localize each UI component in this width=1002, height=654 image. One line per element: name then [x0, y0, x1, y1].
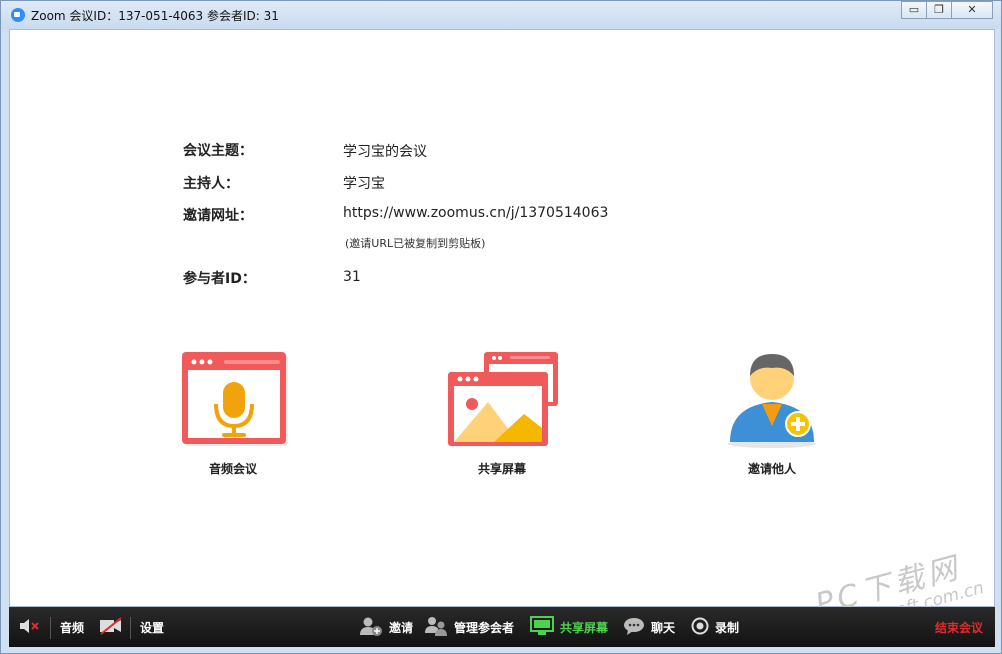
- zoom-app-icon: [11, 8, 25, 22]
- topic-label: 会议主题：: [183, 143, 253, 159]
- audio-label: 音频: [60, 620, 85, 635]
- participant-id-label: 参与者ID：: [183, 271, 256, 287]
- share-screen-icon: [448, 352, 558, 446]
- host-value: 学习宝: [343, 176, 385, 192]
- toolbar-divider: [130, 617, 131, 639]
- invite-person-icon: [728, 354, 816, 448]
- window-title: Zoom 会议ID：137-051-4063 参会者ID: 31: [31, 9, 279, 23]
- toolbar-divider: [50, 617, 51, 639]
- record-button[interactable]: 录制: [691, 607, 739, 647]
- audio-button[interactable]: 音频: [60, 607, 84, 647]
- manage-participants-label: 管理参会者: [454, 620, 515, 635]
- share-screen-toolbar-button[interactable]: 共享屏幕: [530, 607, 608, 647]
- meeting-content: 会议主题： 学习宝的会议 主持人： 学习宝 邀请网址： https://www.…: [9, 29, 995, 607]
- audio-conference-button[interactable]: 音频会议: [153, 352, 313, 477]
- restore-icon: ❐: [934, 3, 944, 16]
- meeting-toolbar: 音频 设置 邀请 管理参会者 共享屏幕 聊天 录制 结束会议: [9, 607, 995, 647]
- manage-participants-button[interactable]: 管理参会者: [424, 607, 514, 647]
- chat-label: 聊天: [651, 620, 676, 635]
- microphone-icon: [182, 352, 288, 446]
- invite-others-label: 邀请他人: [747, 462, 796, 476]
- monitor-share-icon: [530, 615, 554, 639]
- end-meeting-label: 结束会议: [935, 620, 984, 635]
- participant-id-value: 31: [343, 269, 361, 285]
- invite-others-button[interactable]: 邀请他人: [692, 346, 852, 477]
- invite-url-value[interactable]: https://www.zoomus.cn/j/1370514063: [343, 205, 608, 221]
- participants-icon: [424, 616, 448, 639]
- host-label: 主持人：: [183, 176, 239, 192]
- invite-label: 邀请: [389, 620, 414, 635]
- add-person-icon: [359, 616, 383, 639]
- invite-url-note: (邀请URL已被复制到剪贴板): [345, 237, 486, 250]
- invite-button[interactable]: 邀请: [359, 607, 413, 647]
- invite-url-label: 邀请网址：: [183, 208, 253, 224]
- video-button[interactable]: [99, 607, 129, 647]
- settings-button[interactable]: 设置: [140, 607, 164, 647]
- record-label: 录制: [715, 620, 740, 635]
- minimize-icon: ▭: [908, 3, 920, 16]
- share-screen-toolbar-label: 共享屏幕: [560, 620, 609, 635]
- close-icon: ✕: [967, 3, 977, 16]
- settings-label: 设置: [140, 620, 165, 635]
- chat-bubble-icon: [623, 617, 645, 638]
- record-icon: [691, 617, 709, 638]
- mute-audio-button[interactable]: [19, 607, 47, 647]
- video-off-icon: [99, 616, 123, 638]
- minimize-button[interactable]: ▭: [901, 1, 927, 19]
- end-meeting-button[interactable]: 结束会议: [935, 607, 983, 647]
- speaker-muted-icon: [19, 617, 41, 638]
- share-screen-label: 共享屏幕: [477, 462, 526, 476]
- share-screen-button[interactable]: 共享屏幕: [422, 352, 582, 477]
- audio-conference-label: 音频会议: [208, 462, 257, 476]
- topic-value: 学习宝的会议: [343, 144, 427, 160]
- window-controls: ▭ ❐ ✕: [901, 1, 993, 19]
- close-button[interactable]: ✕: [951, 1, 993, 19]
- title-bar: Zoom 会议ID：137-051-4063 参会者ID: 31 ▭ ❐ ✕: [1, 1, 1001, 29]
- chat-button[interactable]: 聊天: [623, 607, 675, 647]
- zoom-window: Zoom 会议ID：137-051-4063 参会者ID: 31 ▭ ❐ ✕ 会…: [0, 0, 1002, 654]
- maximize-button[interactable]: ❐: [926, 1, 952, 19]
